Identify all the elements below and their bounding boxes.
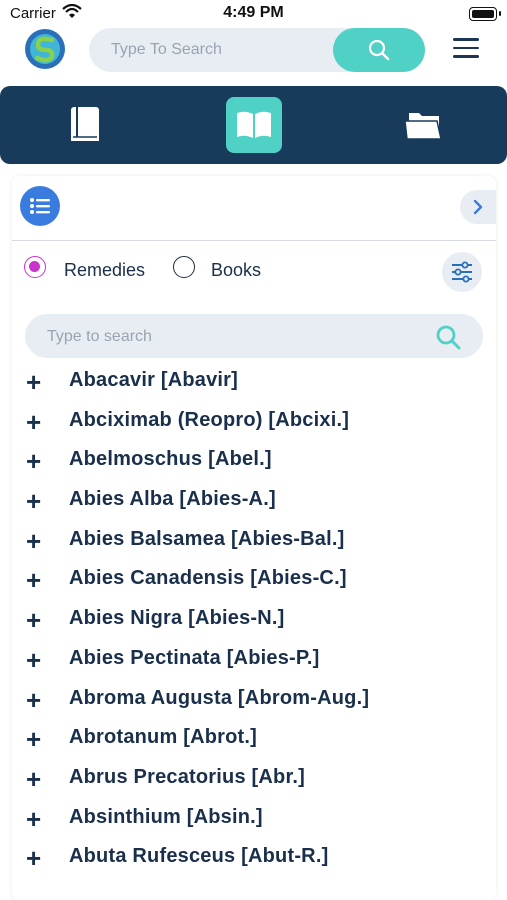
list-item[interactable]: + Absinthium [Absin.] (12, 799, 496, 839)
list-item[interactable]: + Abelmoschus [Abel.] (12, 441, 496, 481)
battery-icon (469, 7, 501, 21)
remedy-name[interactable]: Abuta Rufesceus [Abut-R.] (69, 845, 328, 868)
radio-books[interactable] (173, 256, 195, 278)
open-book-icon (237, 111, 271, 138)
global-search-bar[interactable]: Type To Search (89, 28, 425, 72)
remedy-name[interactable]: Abies Alba [Abies-A.] (69, 488, 276, 511)
remedy-name[interactable]: Abies Nigra [Abies-N.] (69, 607, 285, 630)
menu-button[interactable] (453, 38, 479, 60)
list-item[interactable]: + Abuta Rufesceus [Abut-R.] (12, 838, 496, 878)
expand-plus-icon[interactable]: + (26, 647, 41, 673)
list-item[interactable]: + Abies Balsamea [Abies-Bal.] (12, 521, 496, 561)
remedy-name[interactable]: Abroma Augusta [Abrom-Aug.] (69, 687, 369, 710)
tab-folders[interactable] (395, 97, 451, 153)
radio-remedies-label[interactable]: Remedies (64, 260, 145, 281)
list-item[interactable]: + Abciximab (Reopro) [Abcixi.] (12, 402, 496, 442)
tab-bar (0, 86, 507, 164)
list-item[interactable]: + Abies Alba [Abies-A.] (12, 481, 496, 521)
remedy-name[interactable]: Abrotanum [Abrot.] (69, 726, 257, 749)
expand-plus-icon[interactable]: + (26, 845, 41, 871)
list-item[interactable]: + Abroma Augusta [Abrom-Aug.] (12, 680, 496, 720)
remedy-name[interactable]: Abies Canadensis [Abies-C.] (69, 567, 347, 590)
tab-books[interactable] (57, 97, 113, 153)
book-icon (71, 107, 99, 141)
list-icon (30, 198, 50, 214)
expand-plus-icon[interactable]: + (26, 369, 41, 395)
list-view-button[interactable] (20, 186, 60, 226)
remedy-name[interactable]: Abelmoschus [Abel.] (69, 448, 272, 471)
remedy-name[interactable]: Abacavir [Abavir] (69, 369, 238, 392)
expand-panel-button[interactable] (460, 190, 496, 224)
list-item[interactable]: + Abrus Precatorius [Abr.] (12, 759, 496, 799)
list-item[interactable]: + Abrotanum [Abrot.] (12, 719, 496, 759)
content-card: Remedies Books Type to search + Abacavir … (12, 176, 496, 900)
expand-plus-icon[interactable]: + (26, 687, 41, 713)
filter-settings-button[interactable] (442, 252, 482, 292)
search-icon (436, 325, 461, 350)
list-item[interactable]: + Abies Nigra [Abies-N.] (12, 600, 496, 640)
expand-plus-icon[interactable]: + (26, 409, 41, 435)
remedy-name[interactable]: Abrus Precatorius [Abr.] (69, 766, 305, 789)
clock: 4:49 PM (223, 4, 284, 21)
divider (12, 240, 496, 241)
expand-plus-icon[interactable]: + (26, 488, 41, 514)
radio-remedies[interactable] (24, 256, 46, 278)
app-logo (25, 29, 65, 69)
list-item[interactable]: + Abies Canadensis [Abies-C.] (12, 560, 496, 600)
remedy-name[interactable]: Absinthium [Absin.] (69, 806, 263, 829)
radio-books-label[interactable]: Books (211, 260, 261, 281)
remedy-name[interactable]: Abies Pectinata [Abies-P.] (69, 647, 319, 670)
expand-plus-icon[interactable]: + (26, 766, 41, 792)
expand-plus-icon[interactable]: + (26, 726, 41, 752)
expand-plus-icon[interactable]: + (26, 567, 41, 593)
remedy-list: + Abacavir [Abavir] + Abciximab (Reopro) [A… (12, 362, 496, 878)
tab-reader[interactable] (226, 97, 282, 153)
remedy-name[interactable]: Abies Balsamea [Abies-Bal.] (69, 528, 345, 551)
search-icon (368, 39, 390, 61)
global-search-placeholder: Type To Search (111, 41, 222, 58)
remedy-name[interactable]: Abciximab (Reopro) [Abcixi.] (69, 409, 349, 432)
list-item[interactable]: + Abies Pectinata [Abies-P.] (12, 640, 496, 680)
remedy-search-input[interactable]: Type to search (25, 314, 483, 358)
search-button[interactable] (333, 28, 425, 72)
expand-plus-icon[interactable]: + (26, 528, 41, 554)
folder-icon (404, 113, 442, 140)
list-item[interactable]: + Abacavir [Abavir] (12, 362, 496, 402)
sliders-icon (452, 261, 472, 283)
expand-plus-icon[interactable]: + (26, 607, 41, 633)
chevron-right-icon (473, 199, 483, 215)
status-bar: Carrier 4:49 PM (0, 0, 507, 28)
remedy-search-placeholder: Type to search (47, 328, 152, 345)
expand-plus-icon[interactable]: + (26, 806, 41, 832)
expand-plus-icon[interactable]: + (26, 448, 41, 474)
